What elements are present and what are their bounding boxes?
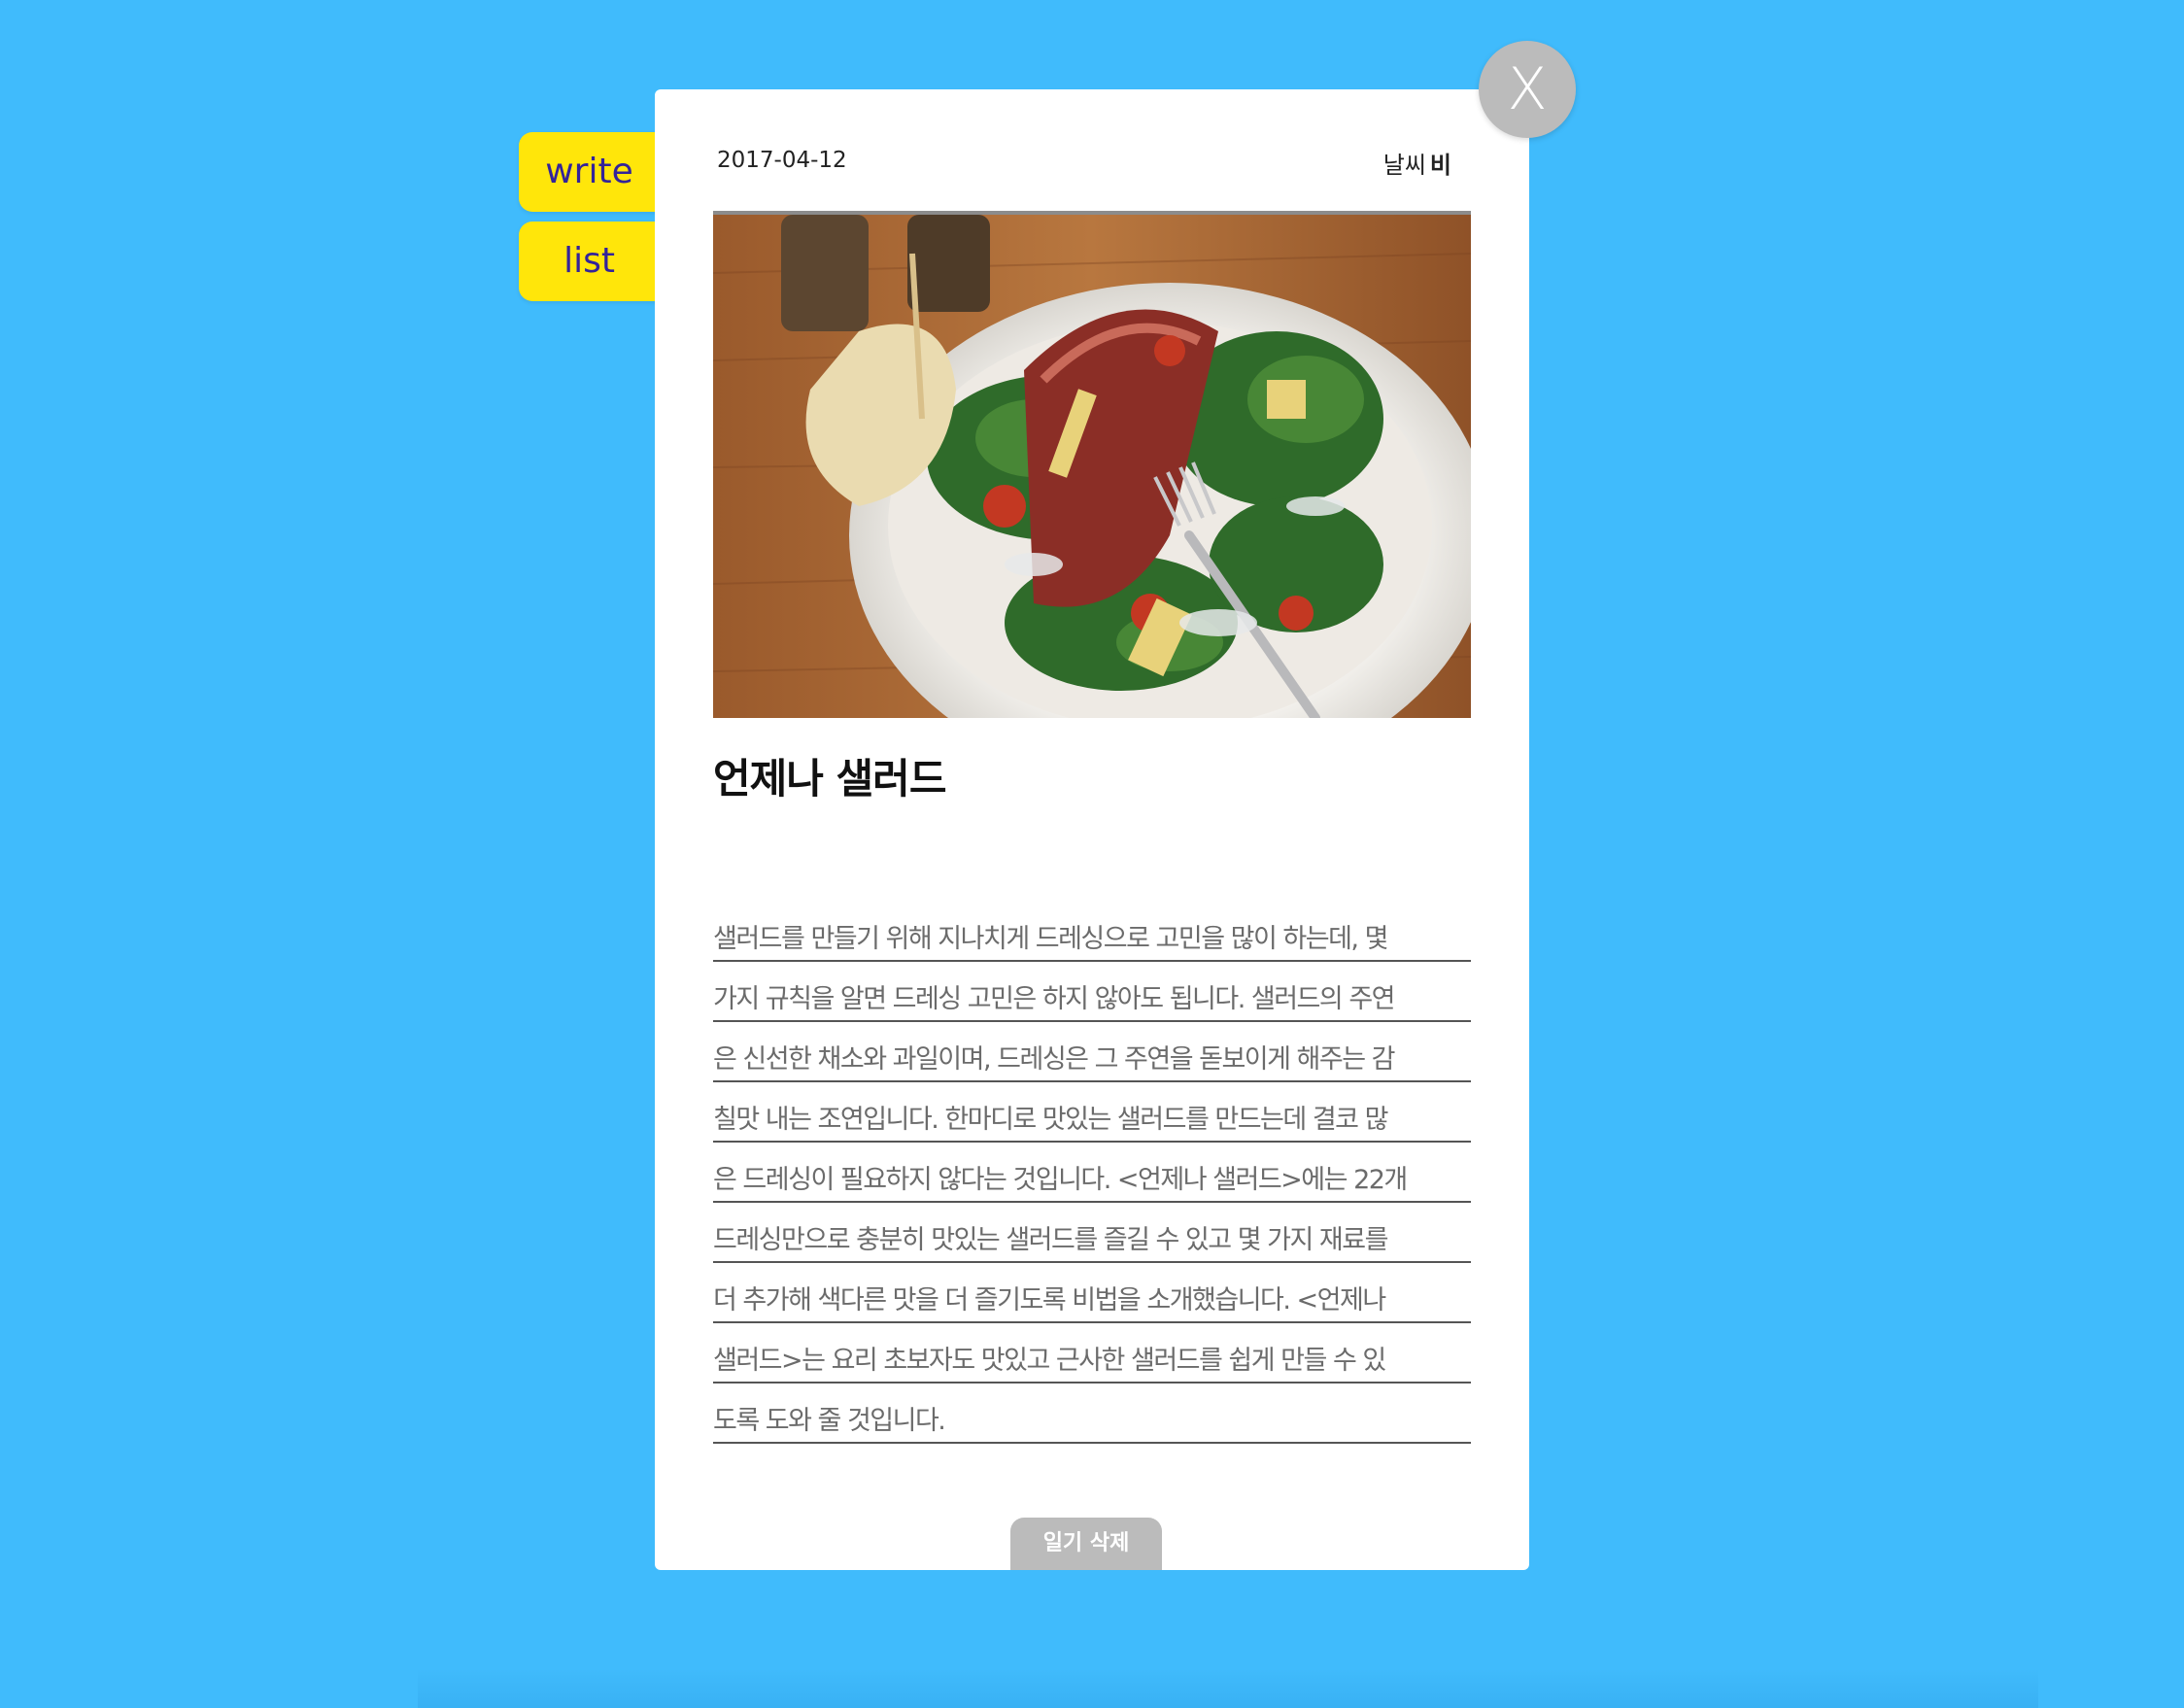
- entry-body: 샐러드를 만들기 위해 지나치게 드레싱으로 고민을 많이 하는데, 몇 가지 …: [713, 904, 1471, 1446]
- weather-info: 날씨 비: [1383, 146, 1451, 180]
- salad-photo-illustration: [713, 215, 1471, 718]
- close-button[interactable]: X: [1479, 41, 1576, 138]
- body-line: 샐러드를 만들기 위해 지나치게 드레싱으로 고민을 많이 하는데, 몇: [713, 904, 1471, 962]
- delete-entry-button[interactable]: 일기 삭제: [1010, 1518, 1162, 1570]
- diary-entry-card: 2017-04-12 날씨 비 언제나 샐러드 샐러드를 만들기 위해 지나치게…: [655, 89, 1529, 1570]
- entry-date: 2017-04-12: [717, 148, 847, 173]
- bottom-shadow: [418, 1669, 2038, 1708]
- body-line: 샐러드>는 요리 초보자도 맛있고 근사한 샐러드를 쉽게 만들 수 있: [713, 1325, 1471, 1383]
- body-line: 드레싱만으로 충분히 맛있는 샐러드를 즐길 수 있고 몇 가지 재료를: [713, 1205, 1471, 1263]
- write-tab[interactable]: write: [519, 132, 660, 212]
- body-line: 은 신선한 채소와 과일이며, 드레싱은 그 주연을 돋보이게 해주는 감: [713, 1024, 1471, 1082]
- weather-value: 비: [1429, 152, 1451, 179]
- body-line: 가지 규칙을 알면 드레싱 고민은 하지 않아도 됩니다. 샐러드의 주연: [713, 964, 1471, 1022]
- body-line: 칠맛 내는 조연입니다. 한마디로 맛있는 샐러드를 만드는데 결코 많: [713, 1084, 1471, 1143]
- list-tab[interactable]: list: [519, 222, 660, 301]
- body-line: 은 드레싱이 필요하지 않다는 것입니다. <언제나 샐러드>에는 22개: [713, 1144, 1471, 1203]
- body-line: 더 추가해 색다른 맛을 더 즐기도록 비법을 소개했습니다. <언제나: [713, 1265, 1471, 1323]
- entry-photo: [713, 211, 1471, 718]
- weather-label: 날씨: [1382, 152, 1426, 179]
- entry-title: 언제나 샐러드: [713, 755, 946, 803]
- body-line: 도록 도와 줄 것입니다.: [713, 1385, 1471, 1444]
